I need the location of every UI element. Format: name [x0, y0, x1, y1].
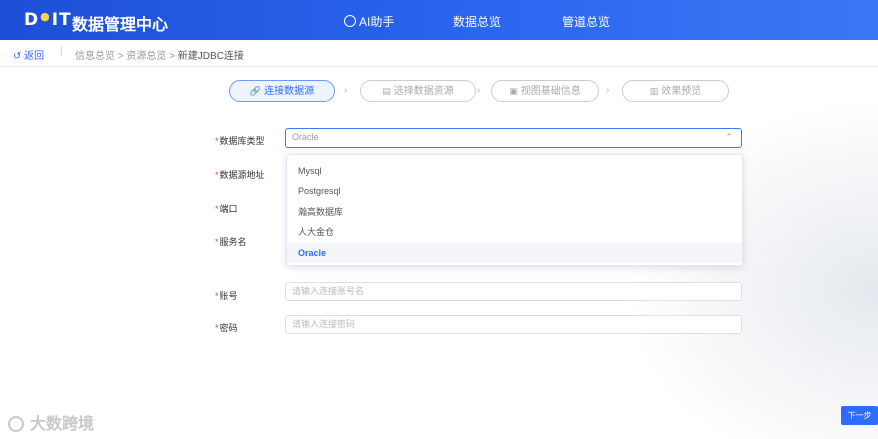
address-label: *数据源地址	[215, 170, 265, 180]
step-label: 选择数据资源	[393, 86, 454, 97]
nav-ai-label: AI助手	[359, 15, 395, 29]
nav-ai-assistant[interactable]: AI助手	[344, 13, 394, 30]
back-arrow-icon: ↺	[13, 51, 22, 62]
watermark: 大数跨境	[8, 410, 94, 434]
nav-pipeline-overview[interactable]: 管道总览	[562, 13, 610, 30]
nav-data-overview[interactable]: 数据总览	[453, 13, 501, 30]
app-title: 数据管理中心	[72, 17, 169, 34]
option-highgo[interactable]: 瀚高数据库	[287, 202, 742, 222]
link-icon: 🔗	[249, 86, 262, 96]
breadcrumb-bar: ↺ 返回 | 信息总览 > 资源总览 > 新建JDBC连接	[0, 40, 878, 67]
port-label-text: 端口	[219, 204, 238, 214]
step-arrow-icon: ›	[477, 85, 481, 96]
step-arrow-icon: ›	[606, 85, 610, 96]
preview-icon: ▥	[649, 86, 659, 96]
password-label-text: 密码	[219, 323, 238, 333]
top-navigation-bar: D●IT 数据管理中心 AI助手 数据总览 管道总览	[0, 0, 878, 40]
step-view-basic-info[interactable]: ▣ 视图基础信息	[491, 80, 599, 102]
step-connect-datasource[interactable]: 🔗 连接数据源	[229, 80, 335, 102]
app-logo[interactable]: D●IT	[24, 10, 72, 30]
document-icon: ▤	[382, 86, 391, 96]
password-label: *密码	[215, 323, 238, 333]
step-select-resource[interactable]: ▤ 选择数据资源	[360, 80, 476, 102]
db-type-label-text: 数据库类型	[219, 136, 265, 146]
back-label: 返回	[24, 51, 45, 62]
breadcrumb-path[interactable]: 信息总览 > 资源总览 >	[75, 51, 178, 62]
step-label: 视图基础信息	[520, 86, 581, 97]
step-arrow-icon: ›	[344, 85, 348, 96]
option-oracle[interactable]: Oracle	[287, 243, 742, 263]
password-input[interactable]: 请输入连接密码	[285, 315, 742, 334]
breadcrumb: 信息总览 > 资源总览 > 新建JDBC连接	[75, 47, 244, 62]
option-mysql[interactable]: Mysql	[287, 161, 742, 181]
watermark-logo-icon	[8, 416, 24, 432]
option-postgresql[interactable]: Postgresql	[287, 181, 742, 201]
breadcrumb-separator: |	[60, 46, 63, 57]
ai-assistant-icon	[344, 15, 356, 27]
account-label-text: 账号	[219, 291, 238, 301]
account-input[interactable]: 请输入连接账号名	[285, 282, 742, 301]
account-label: *账号	[215, 291, 238, 301]
step-preview[interactable]: ▥ 效果预览	[622, 80, 729, 102]
db-type-dropdown: Mysql Postgresql 瀚高数据库 人大金仓 Oracle	[286, 154, 743, 266]
watermark-text: 大数跨境	[30, 416, 95, 433]
service-label: *服务名	[215, 237, 247, 247]
chevron-up-icon: ⌃	[725, 132, 733, 142]
address-label-text: 数据源地址	[219, 170, 265, 180]
image-icon: ▣	[509, 86, 518, 96]
port-label: *端口	[215, 204, 238, 214]
breadcrumb-current: 新建JDBC连接	[177, 51, 244, 62]
option-kingbase[interactable]: 人大金仓	[287, 222, 742, 242]
db-type-label: *数据库类型	[215, 136, 265, 146]
step-label: 连接数据源	[264, 86, 315, 97]
db-type-select[interactable]: Oracle ⌃	[285, 128, 742, 148]
db-type-value: Oracle	[292, 132, 319, 142]
back-button[interactable]: ↺ 返回	[13, 47, 44, 62]
next-step-button[interactable]: 下一步	[841, 406, 878, 425]
step-label: 效果预览	[661, 86, 702, 97]
service-label-text: 服务名	[219, 237, 247, 247]
